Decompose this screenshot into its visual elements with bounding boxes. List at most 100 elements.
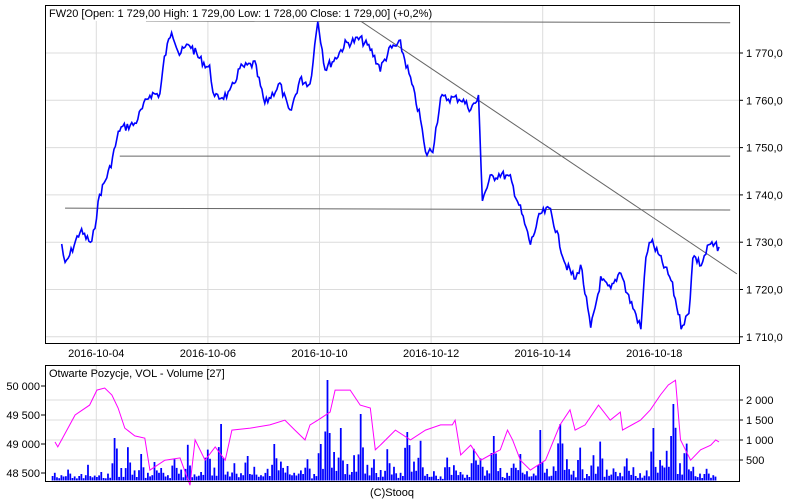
volume-bar [229, 476, 231, 481]
volume-bar [413, 461, 415, 481]
volume-bar [681, 474, 684, 481]
volume-bar [475, 460, 477, 481]
volume-bar [264, 472, 267, 481]
volume-bar [142, 467, 145, 481]
volume-bar [328, 433, 331, 481]
volume-bar [461, 474, 464, 481]
volume-bar [271, 464, 273, 481]
volume-bar [601, 458, 604, 481]
volume-bar [344, 474, 347, 481]
volume-bar [300, 470, 302, 481]
volume-bar [479, 458, 482, 481]
volume-bar [441, 478, 444, 481]
volume-bar [202, 474, 205, 481]
volume-bar [173, 459, 176, 481]
volume-bar [319, 444, 322, 481]
volume-bar [87, 464, 89, 481]
volume-bar [169, 478, 171, 481]
volume-bar [155, 470, 158, 481]
volume-axis: 2 000 1 500 1 000 500 [739, 395, 774, 467]
volume-bar [692, 466, 695, 481]
volume-bar [211, 475, 214, 481]
volume-bar [302, 474, 304, 481]
volume-bar [526, 471, 528, 481]
volume-bar [346, 464, 349, 481]
volume-bar [530, 476, 533, 481]
volume-bar [257, 476, 260, 481]
volume-tick-label: 500 [746, 455, 764, 467]
open-interest-tick-label: 48 500 [6, 468, 40, 480]
volume-bar [459, 472, 462, 481]
volume-bar [209, 458, 211, 481]
volume-bar [100, 472, 103, 481]
volume-bar [326, 380, 329, 481]
volume-bar [69, 473, 72, 481]
volume-bar [89, 476, 92, 481]
volume-bar [417, 457, 420, 481]
volume-bar [619, 472, 621, 481]
volume-bar [153, 462, 156, 481]
volume-bar [91, 477, 94, 481]
volume-bar [213, 467, 216, 481]
volume-bar [191, 477, 194, 481]
date-axis: 2016-10-04 2016-10-06 2016-10-10 2016-10-12… [68, 348, 682, 360]
volume-bar [457, 475, 460, 481]
volume-bar [65, 476, 67, 481]
volume-bar [317, 453, 320, 481]
volume-bar [377, 477, 380, 481]
volume-bar [124, 468, 127, 481]
volume-bar [260, 475, 262, 481]
volume-bar [204, 457, 207, 481]
volume-bar [71, 478, 74, 481]
volume-bar [559, 424, 562, 481]
volume-bar [415, 470, 418, 481]
volume-bar [351, 472, 353, 481]
volume-bar [293, 472, 296, 481]
volume-bar [676, 474, 679, 481]
volume-bar [364, 473, 367, 481]
volume-bar [138, 470, 140, 481]
volume-bar [637, 477, 639, 481]
volume-bar [78, 476, 81, 481]
volume-bar [331, 467, 333, 481]
volume-bar [253, 466, 256, 481]
volume-bar [51, 476, 54, 481]
volume-bar [62, 476, 65, 481]
volume-bar [107, 473, 109, 481]
open-interest-tick-label: 49 500 [6, 410, 40, 422]
volume-bar [268, 476, 271, 481]
volume-bar [581, 469, 584, 481]
volume-bar [131, 474, 134, 481]
volume-bar [477, 464, 480, 481]
volume-bar [186, 444, 189, 481]
volume-bar [178, 473, 180, 481]
volume-bar [242, 475, 245, 481]
volume-bar [304, 467, 307, 481]
volume-bar [548, 476, 551, 481]
volume-bar [82, 478, 85, 481]
price-tick-label: 1 740,0 [746, 190, 783, 202]
volume-bar [492, 436, 495, 481]
volume-bar [435, 475, 437, 481]
volume-bar [608, 475, 610, 481]
volume-bar [450, 474, 453, 481]
volume-bar [362, 447, 364, 481]
price-tick-label: 1 770,0 [746, 48, 783, 60]
volume-bar [495, 453, 497, 481]
price-grid [46, 6, 739, 343]
volume-bar [641, 477, 644, 481]
volume-bar [701, 478, 704, 481]
volume-bar [570, 474, 573, 481]
volume-bar [113, 438, 116, 481]
volume-bar [594, 473, 597, 481]
volume-bar [118, 476, 120, 481]
volume-bar [251, 474, 253, 481]
volume-bar [614, 471, 617, 481]
volume-bar [579, 447, 582, 481]
date-tick-label: 2016-10-14 [515, 348, 571, 360]
volume-bar [428, 476, 431, 481]
volume-bar [510, 467, 513, 481]
volume-bar [690, 471, 692, 481]
volume-bar [399, 472, 402, 481]
volume-tick-label: 1 500 [746, 415, 774, 427]
